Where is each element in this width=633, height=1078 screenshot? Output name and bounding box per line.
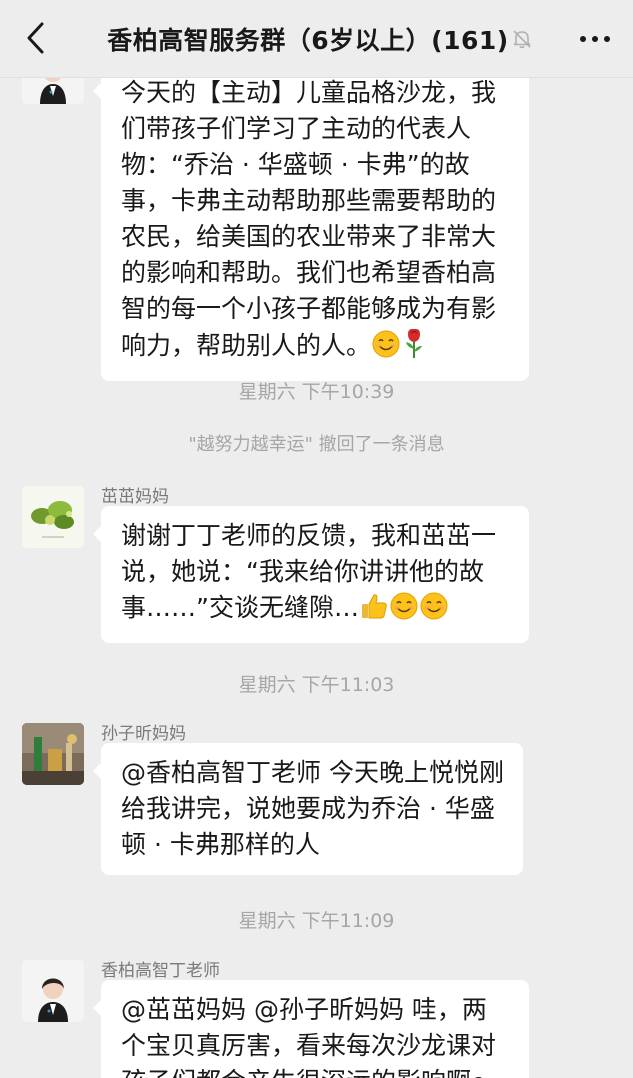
smile-emoji-icon	[371, 329, 401, 369]
message-text: @茁茁妈妈 @孙子昕妈妈 哇，两个宝贝真厉害，看来每次沙龙课对孩子们都会产生很深…	[121, 995, 497, 1078]
system-notice: "越努力越幸运" 撤回了一条消息	[188, 434, 445, 455]
bell-off-icon	[511, 28, 533, 50]
sender-name: 孙子昕妈妈	[101, 724, 186, 744]
message-bubble[interactable]: @香柏高智丁老师 今天晚上悦悦刚给我讲完，说她要成为乔治 · 华盛顿 · 卡弗那…	[93, 743, 523, 875]
timestamp: 星期六 下午11:09	[238, 910, 395, 932]
chevron-left-icon	[27, 22, 44, 54]
chat-title-area[interactable]: 香柏高智服务群（6岁以上）(161)	[100, 20, 540, 58]
avatar[interactable]	[22, 960, 84, 1022]
chat-title: 香柏高智服务群（6岁以上）(161)	[107, 26, 509, 55]
thumbs-up-emoji-icon	[359, 591, 389, 631]
message-bubble[interactable]: 谢谢丁丁老师的反馈，我和茁茁一说，她说：“我来给你讲讲他的故事……”交谈无缝隙…	[93, 506, 529, 643]
message-text: @香柏高智丁老师 今天晚上悦悦刚给我讲完，说她要成为乔治 · 华盛顿 · 卡弗那…	[121, 758, 504, 859]
chat-message-list[interactable]: 今天的【主动】儿童品格沙龙，我们带孩子们学习了主动的代表人物：“乔治 · 华盛顿…	[0, 78, 633, 1078]
message-bubble[interactable]: @茁茁妈妈 @孙子昕妈妈 哇，两个宝贝真厉害，看来每次沙龙课对孩子们都会产生很深…	[93, 980, 529, 1078]
avatar[interactable]	[22, 78, 84, 104]
sender-name: 香柏高智丁老师	[101, 961, 220, 981]
rose-emoji-icon	[401, 327, 427, 369]
more-button[interactable]	[575, 22, 615, 56]
more-icon-dot	[580, 36, 586, 42]
more-icon-dot	[592, 36, 598, 42]
message-bubble[interactable]: 今天的【主动】儿童品格沙龙，我们带孩子们学习了主动的代表人物：“乔治 · 华盛顿…	[93, 78, 529, 381]
smile-emoji-icon	[419, 591, 449, 631]
smile-emoji-icon	[389, 591, 419, 631]
chat-header: 香柏高智服务群（6岁以上）(161)	[0, 0, 633, 78]
timestamp: 星期六 下午11:03	[238, 674, 395, 696]
sender-name: 茁茁妈妈	[101, 487, 169, 507]
timestamp: 星期六 下午10:39	[238, 381, 395, 403]
avatar[interactable]	[22, 486, 84, 548]
avatar[interactable]	[22, 723, 84, 785]
back-button[interactable]	[18, 18, 54, 58]
message-text: 今天的【主动】儿童品格沙龙，我们带孩子们学习了主动的代表人物：“乔治 · 华盛顿…	[121, 78, 497, 360]
more-icon-dot	[604, 36, 610, 42]
